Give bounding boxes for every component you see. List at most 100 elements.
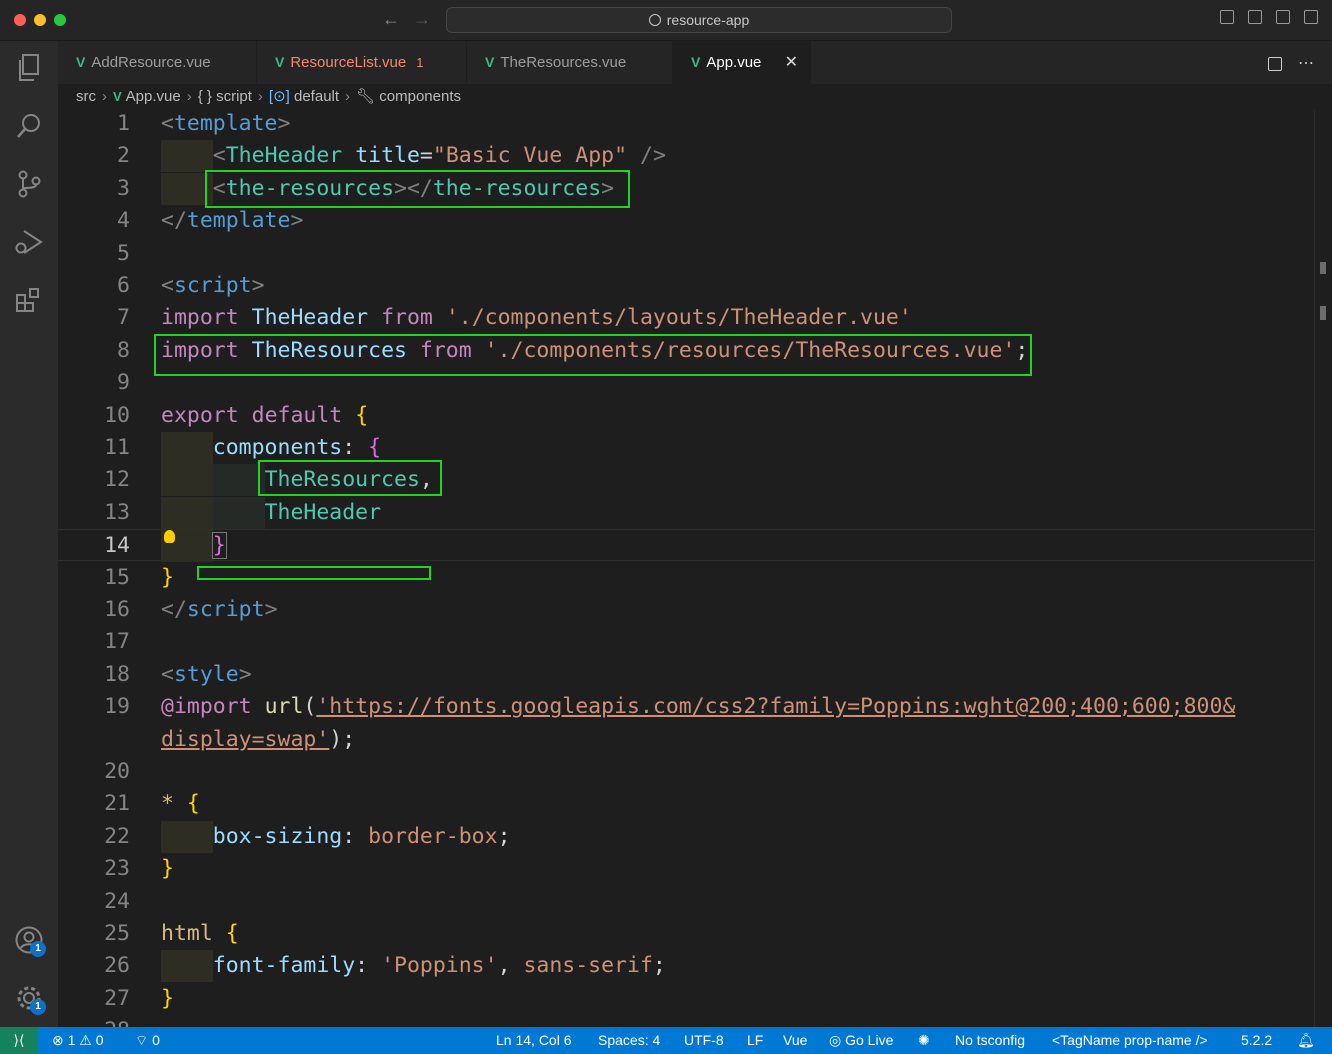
minimize-window-button[interactable] bbox=[34, 14, 46, 26]
line-number: 6 bbox=[117, 273, 130, 298]
chevron-right-icon: › bbox=[186, 88, 192, 105]
tab-label: App.vue bbox=[706, 54, 762, 71]
chevron-right-icon: › bbox=[345, 88, 351, 105]
close-window-button[interactable] bbox=[14, 14, 26, 26]
warning-count: 0 bbox=[95, 1032, 104, 1048]
breadcrumb: src › V App.vue › { } script › [⊙] default › 🔧︎ c… bbox=[58, 84, 1332, 110]
split-editor-icon[interactable] bbox=[1267, 56, 1282, 71]
search-label: resource-app bbox=[666, 12, 750, 28]
tsconfig-status[interactable]: No tsconfig bbox=[955, 1027, 1025, 1054]
tab-label: TheResources.vue bbox=[500, 54, 627, 71]
line-number: 20 bbox=[104, 759, 130, 784]
cursor-position[interactable]: Ln 14, Col 6 bbox=[496, 1027, 572, 1054]
line-number: 15 bbox=[104, 565, 130, 590]
breadcrumb-export[interactable]: default bbox=[294, 88, 339, 105]
explorer-icon[interactable] bbox=[14, 53, 44, 83]
code-line: 4 </template> bbox=[58, 205, 1314, 237]
go-live-button[interactable]: ◎ Go Live bbox=[829, 1027, 893, 1054]
tab-problem-count: 1 bbox=[416, 55, 424, 70]
code-line-current: 14 } bbox=[58, 529, 1314, 562]
ports-indicator[interactable]: ⌔ 0 bbox=[135, 1027, 160, 1054]
tab-resourcelist[interactable]: V ResourceList.vue 1 bbox=[257, 41, 467, 84]
ports-icon: ⌔ bbox=[135, 1032, 153, 1048]
status-bar: ⟩⟨ ⊗ 1 ⚠ 0 ⌔ 0 Ln 14, Col 6 Spaces: 4 UT… bbox=[0, 1027, 1332, 1054]
end-of-line[interactable]: LF bbox=[747, 1027, 763, 1054]
code-line-wrapped: display=swap'); bbox=[161, 727, 356, 752]
line-number: 19 bbox=[104, 694, 130, 719]
vue-file-icon: V bbox=[113, 89, 122, 104]
tab-app[interactable]: V App.vue ✕ bbox=[673, 41, 811, 84]
code-line: 24 bbox=[58, 886, 1314, 918]
editor-scrollbar[interactable] bbox=[1314, 110, 1332, 1027]
line-number: 2 bbox=[117, 143, 130, 168]
code-line: 15} bbox=[58, 562, 1314, 594]
toggle-panel-icon[interactable] bbox=[1248, 10, 1262, 24]
settings-badge: 1 bbox=[30, 999, 46, 1015]
tab-addresource[interactable]: V AddResource.vue bbox=[58, 41, 257, 84]
code-line: 18 <style> bbox=[58, 659, 1314, 691]
line-number: 4 bbox=[117, 208, 130, 233]
line-number: 7 bbox=[117, 305, 130, 330]
tab-theresources[interactable]: V TheResources.vue bbox=[467, 41, 673, 84]
run-and-debug-icon[interactable] bbox=[14, 227, 44, 257]
line-number: 23 bbox=[104, 856, 130, 881]
command-center-search[interactable]: resource-app bbox=[446, 7, 952, 33]
wrench-icon: 🔧︎ bbox=[356, 88, 380, 105]
tab-label: ResourceList.vue bbox=[290, 54, 407, 71]
notifications-bell-icon[interactable]: 🔔︎ bbox=[1297, 1027, 1315, 1054]
code-line: 22 box-sizing: border-box; bbox=[58, 821, 1314, 853]
code-line: 25 html { bbox=[58, 918, 1314, 950]
breadcrumb-section[interactable]: script bbox=[216, 88, 252, 105]
code-line: 3 <the-resources></the-resources> bbox=[58, 173, 1314, 205]
typescript-version[interactable]: 5.2.2 bbox=[1241, 1027, 1272, 1054]
code-line: 12 TheResources, bbox=[58, 464, 1314, 496]
forward-arrow-icon[interactable]: → bbox=[413, 9, 431, 30]
line-number: 28 bbox=[58, 1015, 130, 1027]
code-line: 17 bbox=[58, 626, 1314, 658]
code-line: 2 <TheHeader title="Basic Vue App" /> bbox=[58, 140, 1314, 172]
code-line: 10 export default { bbox=[58, 400, 1314, 432]
source-control-icon[interactable] bbox=[14, 169, 44, 199]
breadcrumb-folder[interactable]: src bbox=[76, 88, 96, 105]
line-number: 12 bbox=[104, 467, 130, 492]
toggle-primary-sidebar-icon[interactable] bbox=[1220, 10, 1234, 24]
line-number: 1 bbox=[117, 111, 130, 136]
code-editor[interactable]: 1 <template> 2 <TheHeader title="Basic Vu… bbox=[58, 110, 1314, 1027]
line-number: 8 bbox=[117, 338, 130, 363]
tagname-casing[interactable]: <TagName prop-name /> bbox=[1052, 1027, 1208, 1054]
problems-indicator[interactable]: ⊗ 1 ⚠ 0 bbox=[52, 1027, 104, 1054]
error-icon: ⊗ bbox=[52, 1032, 68, 1048]
toggle-secondary-sidebar-icon[interactable] bbox=[1276, 10, 1290, 24]
line-number: 25 bbox=[104, 921, 130, 946]
more-actions-icon[interactable]: ⋯ bbox=[1298, 55, 1314, 72]
code-line: 13 TheHeader bbox=[58, 497, 1314, 529]
code-line: 28 bbox=[58, 1015, 1314, 1027]
line-number: 16 bbox=[104, 597, 130, 622]
code-line: 1 <template> bbox=[58, 110, 1314, 140]
breadcrumb-symbol[interactable]: components bbox=[379, 88, 461, 105]
lightbulb-icon[interactable] bbox=[164, 530, 175, 543]
code-line: 26 font-family: 'Poppins', sans-serif; bbox=[58, 950, 1314, 982]
language-mode[interactable]: Vue bbox=[783, 1027, 807, 1054]
indentation[interactable]: Spaces: 4 bbox=[598, 1027, 660, 1054]
braces-icon: { } bbox=[197, 88, 217, 105]
code-line: 7 import TheHeader from './components/lay… bbox=[58, 302, 1314, 334]
chevron-right-icon: › bbox=[102, 88, 107, 105]
copilot-icon[interactable]: ✺ bbox=[918, 1027, 930, 1054]
back-arrow-icon[interactable]: ← bbox=[382, 9, 400, 30]
remote-indicator-icon[interactable]: ⟩⟨ bbox=[0, 1027, 38, 1054]
maximize-window-button[interactable] bbox=[54, 14, 66, 26]
ports-count: 0 bbox=[152, 1032, 160, 1048]
search-icon[interactable] bbox=[14, 111, 44, 141]
activity-bar: 1 1 bbox=[0, 41, 58, 1027]
encoding[interactable]: UTF-8 bbox=[684, 1027, 724, 1054]
accounts-badge: 1 bbox=[30, 941, 46, 957]
code-line: 20 bbox=[58, 756, 1314, 788]
extensions-icon[interactable] bbox=[14, 285, 44, 315]
line-number: 11 bbox=[104, 435, 130, 460]
breadcrumb-file[interactable]: App.vue bbox=[126, 88, 181, 105]
go-live-label: Go Live bbox=[845, 1032, 894, 1048]
customize-layout-icon[interactable] bbox=[1304, 10, 1318, 24]
line-number: 3 bbox=[117, 176, 130, 201]
close-tab-icon[interactable]: ✕ bbox=[785, 41, 798, 84]
